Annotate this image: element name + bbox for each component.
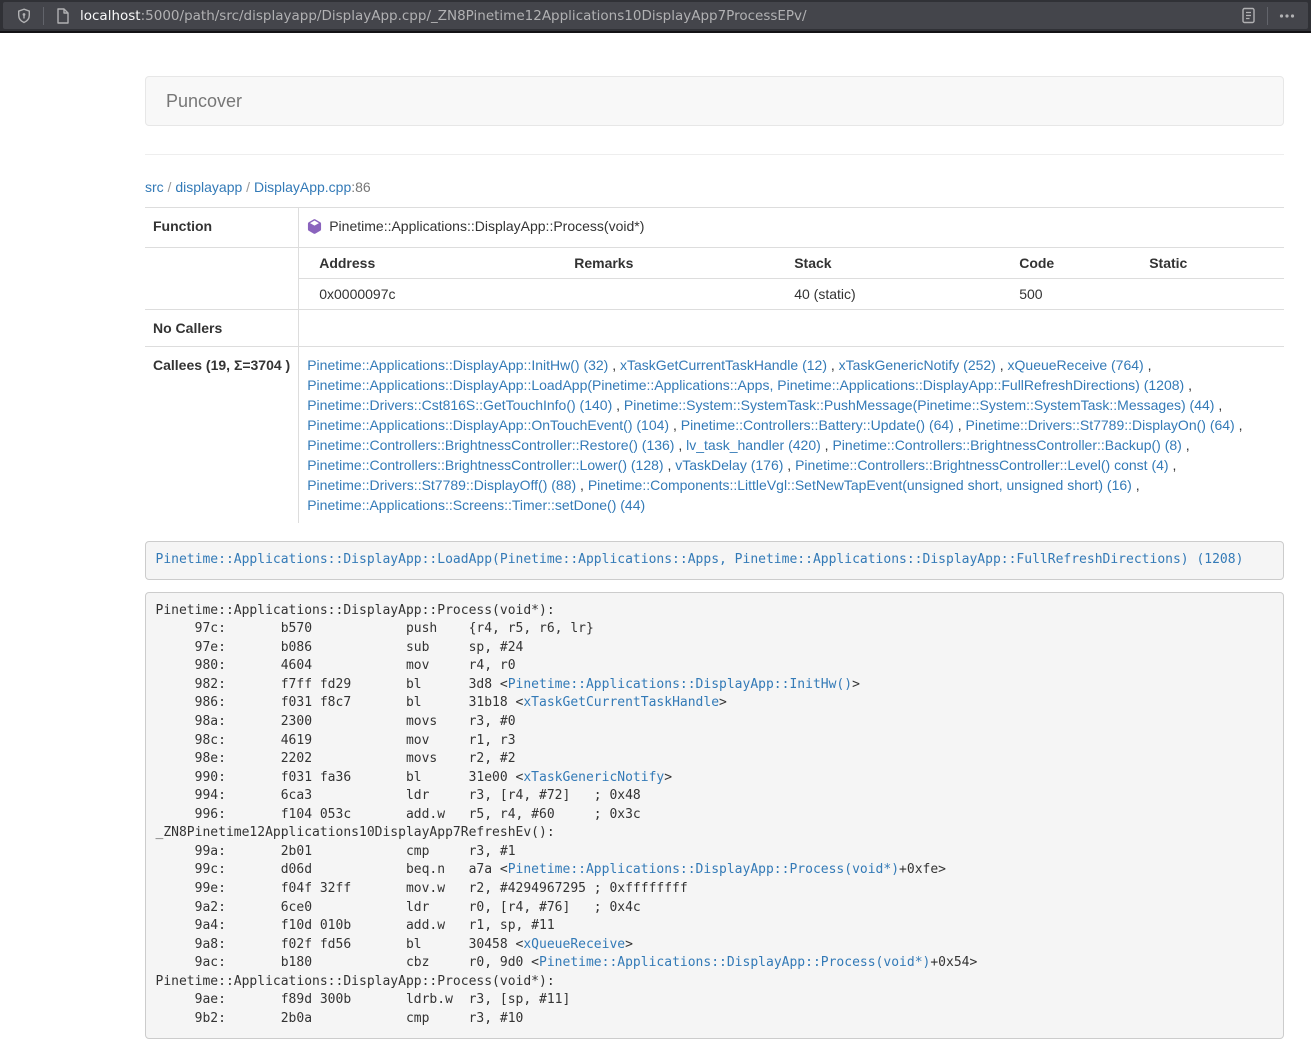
callee-link[interactable]: Pinetime::Components::LittleVgl::SetNewT…: [588, 477, 1132, 493]
function-row: Function Pinetime::Applications::Display…: [145, 208, 1284, 248]
callee-separator: ,: [827, 357, 839, 373]
callee-separator: ,: [1182, 437, 1190, 453]
callee-separator: ,: [821, 437, 833, 453]
stats-table: Address Remarks Stack Code Static 0x0000…: [299, 248, 1284, 309]
callee-link[interactable]: Pinetime::Applications::DisplayApp::Load…: [307, 377, 1184, 393]
callee-separator: ,: [1132, 477, 1140, 493]
toolbar-divider: [1267, 7, 1268, 25]
disassembly-block: Pinetime::Applications::DisplayApp::Proc…: [145, 592, 1284, 1039]
value-stack: 40 (static): [774, 279, 999, 310]
callee-link[interactable]: Pinetime::Applications::DisplayApp::OnTo…: [307, 417, 669, 433]
reader-mode-icon[interactable]: [1235, 5, 1261, 27]
callee-link[interactable]: xQueueReceive (764): [1008, 357, 1144, 373]
callee-link[interactable]: vTaskDelay (176): [675, 457, 783, 473]
code-symbol-link[interactable]: xQueueReceive: [523, 937, 625, 952]
value-address: 0x0000097c: [299, 279, 554, 310]
callee-separator: ,: [1144, 357, 1152, 373]
callee-link[interactable]: Pinetime::Controllers::BrightnessControl…: [307, 437, 674, 453]
callee-link[interactable]: Pinetime::Applications::Screens::Timer::…: [307, 497, 645, 513]
callee-link[interactable]: Pinetime::Controllers::BrightnessControl…: [307, 457, 663, 473]
header-code: Code: [999, 248, 1129, 279]
more-tools-icon[interactable]: [1274, 5, 1300, 27]
url-host: localhost: [80, 8, 141, 24]
url-bar[interactable]: localhost:5000/path/src/displayapp/Displ…: [3, 2, 1308, 29]
header-static: Static: [1129, 248, 1284, 279]
callers-row: No Callers: [145, 310, 1284, 347]
header-stack: Stack: [774, 248, 999, 279]
function-label: Function: [145, 208, 299, 248]
callee-separator: ,: [664, 457, 676, 473]
divider-rule: [145, 154, 1284, 155]
breadcrumb-link[interactable]: DisplayApp.cpp: [254, 179, 351, 195]
callee-separator: ,: [954, 417, 966, 433]
callee-separator: ,: [1235, 417, 1243, 433]
page-info-icon[interactable]: [50, 5, 76, 27]
browser-toolbar: localhost:5000/path/src/displayapp/Displ…: [0, 0, 1311, 33]
callee-link[interactable]: Pinetime::Drivers::St7789::DisplayOn() (…: [966, 417, 1235, 433]
callee-separator: ,: [576, 477, 588, 493]
callee-separator: ,: [783, 457, 795, 473]
callee-link[interactable]: xTaskGetCurrentTaskHandle (12): [620, 357, 827, 373]
callee-separator: ,: [1184, 377, 1192, 393]
highlighted-callee-box: Pinetime::Applications::DisplayApp::Load…: [145, 541, 1284, 580]
callees-cell: Pinetime::Applications::DisplayApp::Init…: [299, 347, 1284, 524]
code-symbol-link[interactable]: xTaskGetCurrentTaskHandle: [523, 695, 719, 710]
code-symbol-link[interactable]: Pinetime::Applications::DisplayApp::Proc…: [539, 955, 930, 970]
navbar: Puncover: [145, 76, 1284, 126]
url-path: :5000/path/src/displayapp/DisplayApp.cpp…: [141, 8, 807, 24]
callee-link[interactable]: Pinetime::System::SystemTask::PushMessag…: [624, 397, 1215, 413]
stats-label-spacer: [145, 248, 299, 310]
callee-link[interactable]: Pinetime::Controllers::BrightnessControl…: [795, 457, 1168, 473]
breadcrumb-link[interactable]: displayapp: [175, 179, 242, 195]
callee-link[interactable]: Pinetime::Controllers::Battery::Update()…: [681, 417, 954, 433]
callee-separator: ,: [612, 397, 624, 413]
value-code: 500: [999, 279, 1129, 310]
highlighted-callee-link[interactable]: Pinetime::Applications::DisplayApp::Load…: [156, 552, 1244, 567]
callers-cell: [299, 310, 1284, 347]
callees-label: Callees (19, Σ=3704 ): [145, 347, 299, 524]
url-text[interactable]: localhost:5000/path/src/displayapp/Displ…: [80, 8, 1235, 24]
function-name: Pinetime::Applications::DisplayApp::Proc…: [329, 218, 644, 234]
breadcrumb-line-number: :86: [351, 179, 370, 195]
callee-link[interactable]: Pinetime::Drivers::St7789::DisplayOff() …: [307, 477, 576, 493]
callee-link[interactable]: Pinetime::Drivers::Cst816S::GetTouchInfo…: [307, 397, 612, 413]
page-container: Puncover src / displayapp / DisplayApp.c…: [145, 76, 1284, 1039]
package-icon: [307, 219, 322, 239]
value-remarks: [554, 279, 774, 310]
stats-row: Address Remarks Stack Code Static 0x0000…: [145, 248, 1284, 310]
callee-separator: ,: [1214, 397, 1222, 413]
callee-separator: ,: [669, 417, 681, 433]
callee-link[interactable]: Pinetime::Controllers::BrightnessControl…: [832, 437, 1181, 453]
breadcrumb: src / displayapp / DisplayApp.cpp:86: [145, 179, 1284, 195]
callee-link[interactable]: Pinetime::Applications::DisplayApp::Init…: [307, 357, 608, 373]
url-divider: [43, 7, 44, 25]
shield-icon[interactable]: [11, 5, 37, 27]
no-callers-label: No Callers: [145, 310, 299, 347]
function-name-cell: Pinetime::Applications::DisplayApp::Proc…: [299, 208, 1284, 248]
breadcrumb-separator: /: [242, 179, 254, 195]
callee-separator: ,: [674, 437, 686, 453]
value-static: [1129, 279, 1284, 310]
callee-separator: ,: [608, 357, 620, 373]
header-address: Address: [299, 248, 554, 279]
breadcrumb-link[interactable]: src: [145, 179, 164, 195]
function-table: Function Pinetime::Applications::Display…: [145, 207, 1284, 523]
callee-separator: ,: [1169, 457, 1177, 473]
header-remarks: Remarks: [554, 248, 774, 279]
code-symbol-link[interactable]: Pinetime::Applications::DisplayApp::Init…: [508, 677, 852, 692]
code-symbol-link[interactable]: xTaskGenericNotify: [523, 770, 664, 785]
code-symbol-link[interactable]: Pinetime::Applications::DisplayApp::Proc…: [508, 862, 899, 877]
callee-link[interactable]: xTaskGenericNotify (252): [839, 357, 996, 373]
callee-link[interactable]: lv_task_handler (420): [686, 437, 821, 453]
stats-cell: Address Remarks Stack Code Static 0x0000…: [299, 248, 1284, 310]
breadcrumb-separator: /: [164, 179, 176, 195]
callees-row: Callees (19, Σ=3704 ) Pinetime::Applicat…: [145, 347, 1284, 524]
callee-separator: ,: [996, 357, 1008, 373]
brand-link[interactable]: Puncover: [146, 91, 262, 112]
